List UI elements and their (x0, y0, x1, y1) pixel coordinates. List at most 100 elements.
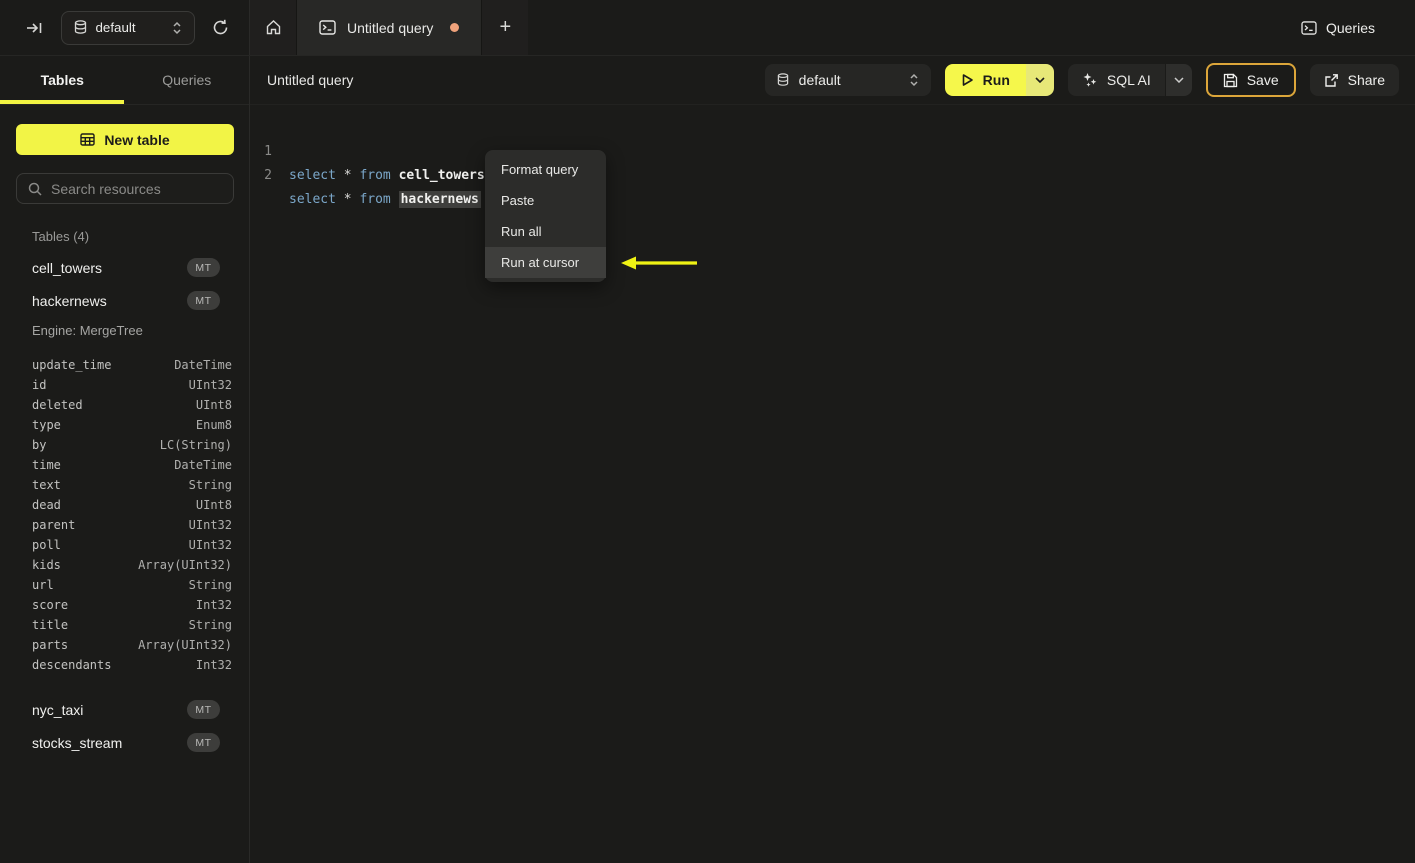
column-name: type (32, 418, 61, 432)
column-row: url String (0, 575, 249, 595)
column-name: time (32, 458, 61, 472)
new-table-label: New table (104, 131, 170, 148)
column-name: score (32, 598, 69, 612)
column-type: Array(UInt32) (138, 638, 232, 652)
engine-badge: MT (187, 291, 220, 310)
line-number: 2 (264, 168, 272, 183)
table-item-stocks-stream[interactable]: stocks_stream MT (0, 726, 249, 759)
editor-line-1: 1 select * from cell_towers limit 100; (250, 116, 571, 183)
sql-editor[interactable]: 1 select * from cell_towers limit 100; 2… (250, 105, 1415, 863)
sql-ai-split-button: SQL AI (1067, 64, 1192, 96)
sidebar-tab-queries[interactable]: Queries (125, 56, 250, 104)
queries-panel-label: Queries (1325, 19, 1375, 36)
column-type: Array(UInt32) (138, 558, 232, 572)
share-button[interactable]: Share (1309, 64, 1399, 96)
sql-ai-label: SQL AI (1106, 72, 1151, 88)
editor-line-2: 2 select * from hackernews limit 1000 (250, 140, 567, 208)
engine-badge: MT (187, 733, 220, 752)
search-resources-box (16, 173, 234, 204)
context-menu-item-run-all[interactable]: Run all (485, 216, 606, 247)
column-list: update_time DateTime id UInt32 deleted UInt… (0, 355, 249, 675)
new-tab-button[interactable]: + (482, 0, 528, 55)
column-row: type Enum8 (0, 415, 249, 435)
toolbar-controls: default Run SQL AI Save Share (764, 63, 1399, 97)
context-menu-item-run-at-cursor[interactable]: Run at cursor (485, 247, 606, 278)
active-tab-underline (0, 100, 124, 104)
terminal-icon (319, 20, 336, 35)
chevron-updown-icon (172, 21, 182, 35)
column-row: parts Array(UInt32) (0, 635, 249, 655)
table-name: cell_towers (32, 259, 103, 276)
column-row: by LC(String) (0, 435, 249, 455)
column-row: descendants Int32 (0, 655, 249, 675)
column-name: update_time (32, 358, 112, 372)
column-type: Int32 (195, 598, 232, 612)
home-icon (265, 19, 282, 36)
search-icon (28, 182, 42, 196)
terminal-icon (1301, 20, 1317, 35)
sql-ai-button[interactable]: SQL AI (1067, 64, 1165, 96)
arrow-to-bar-icon (26, 21, 43, 35)
top-bar: default Untitled query + Queries (0, 0, 1415, 56)
column-type: DateTime (174, 358, 232, 372)
refresh-button[interactable] (209, 15, 234, 41)
chevron-updown-icon (909, 73, 919, 87)
collapse-sidebar-button[interactable] (22, 15, 47, 41)
run-split-button: Run (944, 64, 1054, 96)
tab-label: Untitled query (347, 19, 434, 36)
editor-context-menu: Format query Paste Run all Run at cursor (485, 150, 606, 282)
top-bar-left: default (0, 0, 250, 55)
column-type: Int32 (195, 658, 232, 672)
column-name: kids (32, 558, 61, 572)
tables-section-title: Tables (4) (32, 229, 90, 244)
run-label: Run (982, 72, 1010, 88)
column-type: UInt8 (195, 398, 232, 412)
context-menu-item-paste[interactable]: Paste (485, 185, 606, 216)
play-icon (961, 73, 974, 87)
sql-console-app: default Untitled query + Queries Tables … (0, 0, 1415, 863)
column-row: time DateTime (0, 455, 249, 475)
tab-untitled-query[interactable]: Untitled query (297, 0, 483, 55)
save-icon (1223, 73, 1238, 88)
engine-label: Engine: MergeTree (32, 323, 143, 338)
column-name: parts (32, 638, 69, 652)
column-row: id UInt32 (0, 375, 249, 395)
column-name: deleted (32, 398, 83, 412)
query-title: Untitled query (267, 72, 354, 88)
chevron-down-icon (1035, 77, 1045, 83)
table-item-nyc-taxi[interactable]: nyc_taxi MT (0, 693, 249, 726)
save-label: Save (1246, 72, 1279, 88)
column-type: LC(String) (159, 438, 232, 452)
engine-badge: MT (187, 700, 220, 719)
column-row: dead UInt8 (0, 495, 249, 515)
database-selector[interactable]: default (60, 10, 195, 45)
query-database-value: default (798, 72, 841, 88)
queries-panel-button[interactable]: Queries (1301, 20, 1375, 36)
run-button[interactable]: Run (944, 64, 1026, 96)
run-options-button[interactable] (1025, 64, 1054, 96)
column-name: text (32, 478, 61, 492)
column-row: text String (0, 475, 249, 495)
table-item-hackernews[interactable]: hackernews MT (0, 284, 249, 317)
table-item-cell-towers[interactable]: cell_towers MT (0, 251, 249, 284)
home-button[interactable] (250, 0, 297, 55)
column-name: parent (32, 518, 76, 532)
sparkles-icon (1082, 72, 1098, 88)
save-button[interactable]: Save (1205, 63, 1296, 97)
sql-ai-options-button[interactable] (1164, 64, 1192, 96)
column-row: poll UInt32 (0, 535, 249, 555)
context-menu-item-format-query[interactable]: Format query (485, 154, 606, 185)
query-database-selector[interactable]: default (764, 64, 931, 96)
new-table-button[interactable]: New table (16, 124, 234, 155)
database-selector-value: default (95, 20, 136, 35)
column-type: UInt32 (188, 518, 232, 532)
refresh-icon (212, 19, 229, 36)
tab-strip: Untitled query + Queries (250, 0, 1415, 55)
sidebar-tab-tables[interactable]: Tables (0, 56, 125, 104)
top-bar-right: Queries (528, 0, 1415, 55)
column-type: UInt32 (188, 378, 232, 392)
column-type: String (188, 578, 232, 592)
search-resources-input[interactable] (51, 180, 232, 197)
column-name: id (32, 378, 47, 392)
column-type: String (188, 618, 232, 632)
